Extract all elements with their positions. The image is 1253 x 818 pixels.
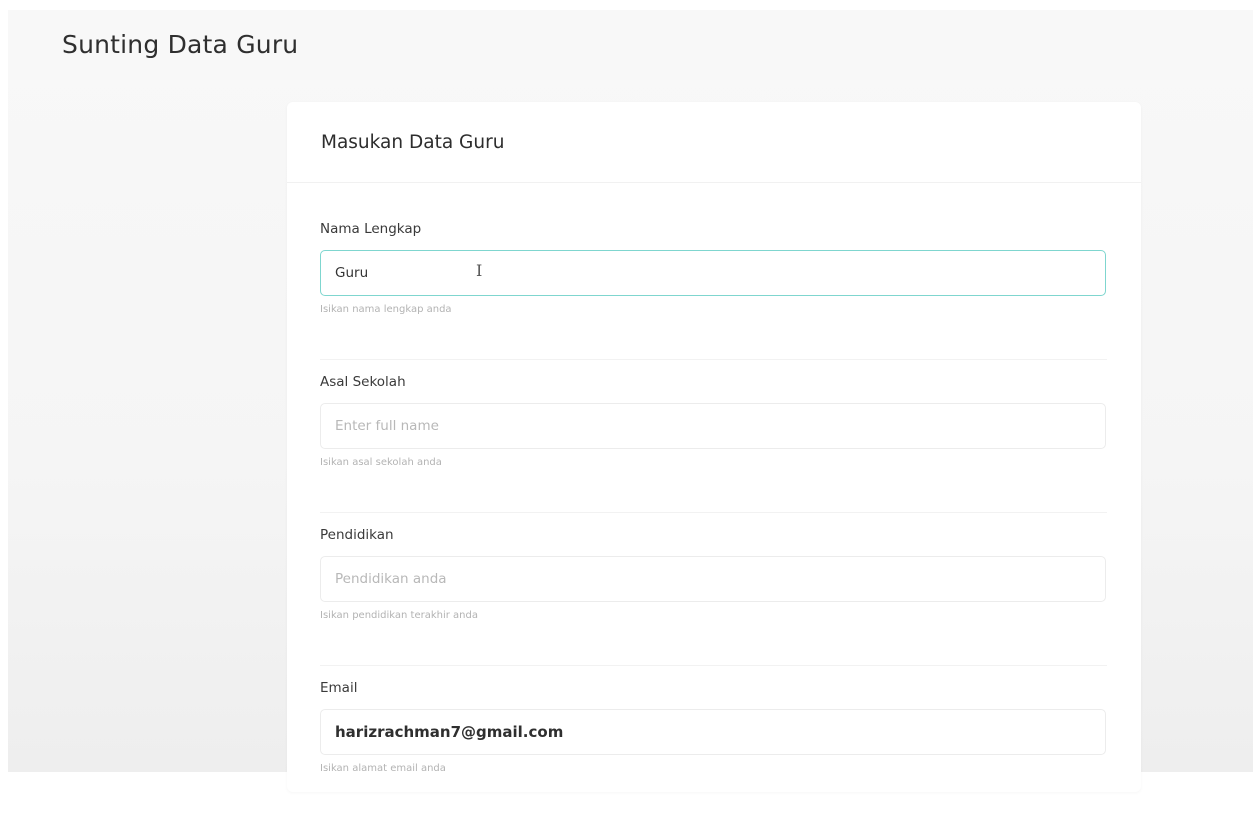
form-group-asal-sekolah: Asal Sekolah Isikan asal sekolah anda	[320, 359, 1107, 512]
asal-sekolah-input[interactable]	[320, 403, 1106, 449]
form-group-nama-lengkap: Nama Lengkap I Isikan nama lengkap anda	[320, 221, 1107, 359]
form-card: Masukan Data Guru Nama Lengkap I Isikan …	[287, 102, 1141, 792]
field-label-pendidikan: Pendidikan	[320, 527, 394, 543]
nama-lengkap-input[interactable]	[320, 250, 1106, 296]
field-help-pendidikan: Isikan pendidikan terakhir anda	[320, 610, 478, 621]
form-group-email: Email Isikan alamat email anda	[320, 665, 1107, 818]
field-label-asal-sekolah: Asal Sekolah	[320, 374, 406, 390]
field-help-email: Isikan alamat email anda	[320, 763, 446, 774]
field-label-email: Email	[320, 680, 358, 696]
card-header: Masukan Data Guru	[287, 102, 1141, 183]
field-help-asal-sekolah: Isikan asal sekolah anda	[320, 457, 442, 468]
field-label-nama-lengkap: Nama Lengkap	[320, 221, 422, 237]
page-title: Sunting Data Guru	[62, 30, 299, 59]
form-group-pendidikan: Pendidikan Isikan pendidikan terakhir an…	[320, 512, 1107, 665]
pendidikan-input[interactable]	[320, 556, 1106, 602]
card-title: Masukan Data Guru	[321, 131, 505, 153]
field-help-nama-lengkap: Isikan nama lengkap anda	[320, 304, 452, 315]
email-input[interactable]	[320, 709, 1106, 755]
form-body: Nama Lengkap I Isikan nama lengkap anda …	[287, 183, 1141, 818]
